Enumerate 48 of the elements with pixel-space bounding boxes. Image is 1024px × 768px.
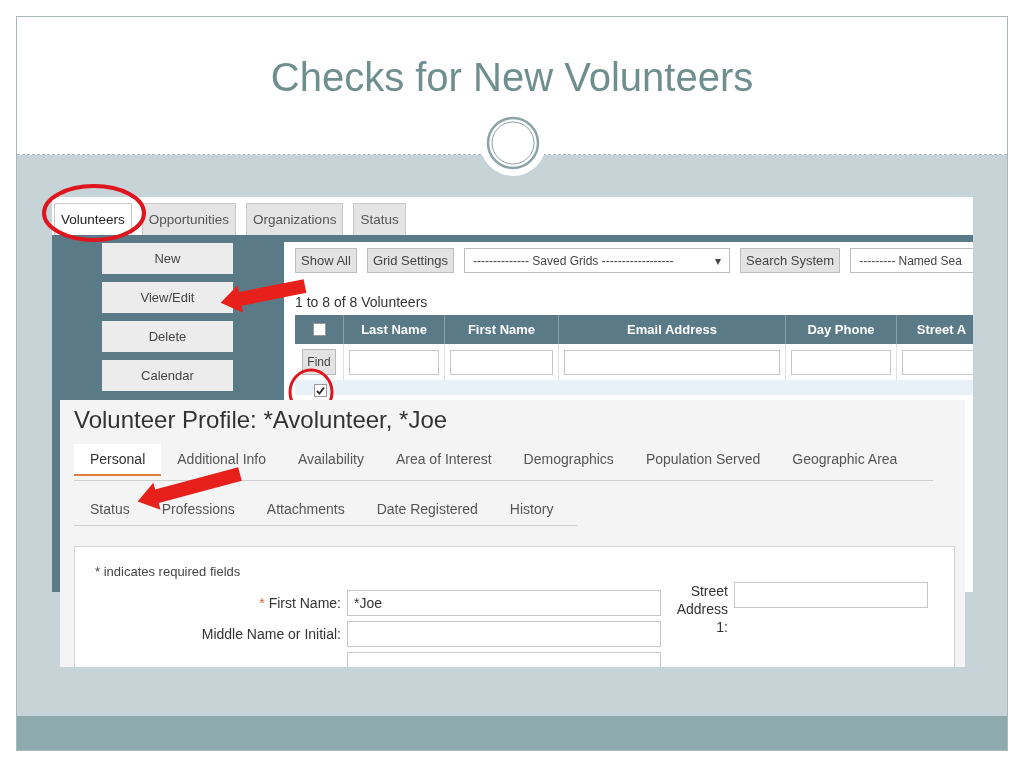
field-label: Street Address 1: xyxy=(675,582,728,636)
profile-title: Volunteer Profile: *Avolunteer, *Joe xyxy=(74,406,449,434)
dropdown[interactable]: -------------- Saved Grids ------------------ ▾ xyxy=(464,248,731,273)
action-button[interactable]: View/Edit xyxy=(102,282,233,313)
dropdown[interactable]: --------- Named Sea xyxy=(850,248,973,273)
checkbox[interactable] xyxy=(312,323,326,336)
input-field[interactable]: *Joe xyxy=(347,590,661,616)
input-field[interactable] xyxy=(734,582,928,608)
toolbar-button[interactable]: Show All xyxy=(295,248,357,273)
action-button[interactable]: Delete xyxy=(102,321,233,352)
tab[interactable]: Attachments xyxy=(266,499,345,521)
record-count: 1 to 8 of 8 Volunteers xyxy=(295,294,429,310)
field-label: * First Name: xyxy=(258,595,341,611)
tab[interactable]: Volunteers xyxy=(54,203,132,235)
find-button[interactable]: Find xyxy=(302,349,336,375)
column-header[interactable]: Day Phone xyxy=(786,315,897,344)
tab[interactable]: Status xyxy=(353,203,406,235)
tab[interactable]: Personal xyxy=(74,444,162,476)
action-button[interactable]: New xyxy=(102,243,233,274)
filter-field[interactable] xyxy=(902,349,973,375)
tab[interactable]: Status xyxy=(90,499,130,521)
column-header[interactable]: Email Address xyxy=(559,315,786,344)
action-button[interactable]: Calendar xyxy=(102,360,233,391)
slide-title: Checks for New Volunteers xyxy=(270,55,754,100)
tab[interactable]: Demographics xyxy=(523,449,614,476)
tab[interactable]: Organizations xyxy=(246,203,344,235)
filter-field[interactable] xyxy=(791,349,891,375)
toolbar-button[interactable]: Grid Settings xyxy=(366,248,455,273)
tab[interactable]: Population Served xyxy=(645,449,761,476)
tab[interactable]: Date Registered xyxy=(376,499,478,521)
filter-field[interactable] xyxy=(564,349,780,375)
filter-field[interactable] xyxy=(349,349,439,375)
checkbox[interactable] xyxy=(314,384,327,397)
tab[interactable]: Area of Interest xyxy=(395,449,492,476)
input-field[interactable] xyxy=(347,621,661,647)
field-label: Middle Name or Initial: xyxy=(200,626,341,642)
tab[interactable]: Geographic Area xyxy=(792,449,898,476)
tab[interactable]: Availability xyxy=(298,449,364,476)
toolbar-button[interactable]: Search System xyxy=(740,248,841,273)
column-header[interactable]: First Name xyxy=(445,315,559,344)
tab[interactable]: Opportunities xyxy=(141,203,237,235)
column-header[interactable]: Street A xyxy=(897,315,973,344)
column-header[interactable]: Last Name xyxy=(344,315,445,344)
required-note: * indicates required fields xyxy=(95,564,242,579)
tab[interactable]: Professions xyxy=(161,499,235,521)
filter-field[interactable] xyxy=(450,349,553,375)
tab[interactable]: Additional Info xyxy=(177,449,266,476)
tab[interactable]: History xyxy=(509,499,554,521)
